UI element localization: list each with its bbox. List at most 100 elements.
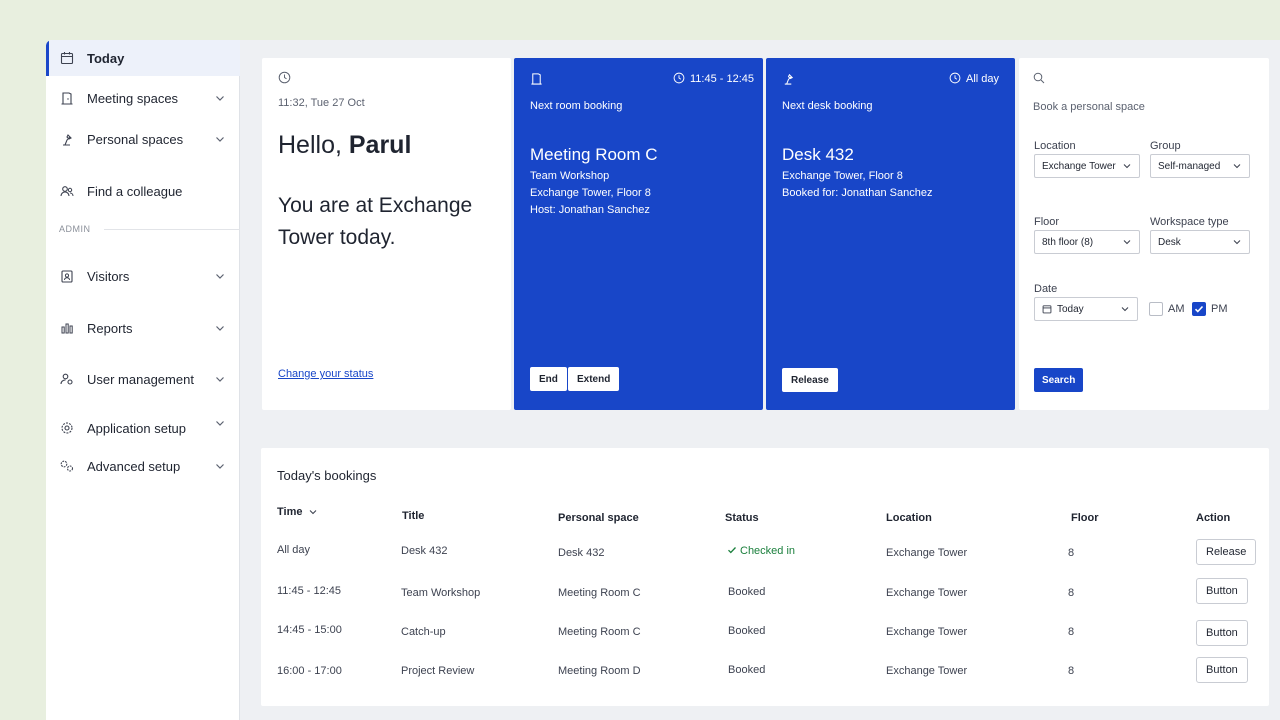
cell-personal-space: Meeting Room D — [558, 665, 641, 677]
chevron-down-icon — [1122, 161, 1132, 171]
cell-time: 11:45 - 12:45 — [277, 585, 342, 597]
search-icon — [1033, 72, 1045, 84]
group-select[interactable]: Self-managed — [1150, 154, 1250, 178]
chevron-down-icon — [1232, 237, 1242, 247]
workspace-type-select[interactable]: Desk — [1150, 230, 1250, 254]
column-header-status: Status — [725, 512, 759, 524]
status-text: Booked — [728, 586, 766, 598]
sidebar-item-label: Visitors — [87, 268, 130, 284]
location-label: Location — [1034, 140, 1076, 152]
cell-title: Desk 432 — [401, 545, 448, 557]
chevron-down-icon — [1120, 304, 1130, 314]
change-status-link[interactable]: Change your status — [278, 368, 373, 380]
column-header-personal-space: Personal space — [558, 512, 639, 524]
room-booking-time: 11:45 - 12:45 — [690, 73, 755, 85]
row-action-button[interactable]: Button — [1196, 578, 1248, 604]
todays-bookings-card: Today's bookings Time Title Personal spa… — [261, 448, 1269, 706]
user-name: Parul — [348, 131, 412, 159]
sidebar-item-meeting-spaces[interactable]: Meeting spaces — [46, 80, 240, 116]
status-badge: Checked in — [727, 545, 795, 557]
app-window: Today Meeting spaces Personal spaces Fin… — [46, 40, 1280, 720]
sidebar-item-label: Personal spaces — [87, 131, 184, 147]
cell-floor: 8 — [1068, 547, 1075, 559]
room-booking-host: Host: Jonathan Sanchez — [530, 204, 650, 216]
sidebar-item-find-colleague[interactable]: Find a colleague — [46, 173, 240, 209]
desk-booking-location: Exchange Tower, Floor 8 — [782, 170, 903, 182]
checkmark-icon — [1194, 305, 1204, 313]
column-header-floor: Floor — [1071, 512, 1099, 524]
desk-lamp-icon — [782, 72, 795, 85]
end-button[interactable]: End — [530, 367, 567, 391]
sidebar-item-reports[interactable]: Reports — [46, 310, 240, 346]
pm-checkbox[interactable] — [1192, 302, 1206, 316]
cell-title: Team Workshop — [401, 587, 481, 599]
chevron-down-icon — [214, 322, 226, 334]
section-divider — [104, 229, 240, 230]
status-text: Booked — [728, 625, 766, 637]
row-action-button[interactable]: Release — [1196, 539, 1257, 565]
sidebar-item-application-setup[interactable]: Application setup — [46, 410, 240, 446]
gear-icon — [59, 420, 75, 436]
cell-title: Catch-up — [401, 626, 446, 638]
floor-label: Floor — [1034, 216, 1060, 228]
row-action-button[interactable]: Button — [1196, 620, 1248, 646]
cell-time: All day — [277, 544, 311, 556]
clock-icon — [949, 72, 961, 84]
sidebar-item-label: Application setup — [87, 420, 187, 436]
column-header-location: Location — [886, 512, 932, 524]
search-card-heading: Book a personal space — [1033, 101, 1145, 113]
date-label: Date — [1034, 283, 1058, 295]
cell-floor: 8 — [1068, 626, 1075, 638]
search-button[interactable]: Search — [1034, 368, 1084, 392]
clock-icon — [278, 71, 291, 84]
bar-chart-icon — [59, 320, 75, 336]
book-personal-space-card: Book a personal space Location Exchange … — [1019, 58, 1269, 410]
workspace-type-label: Workspace type — [1150, 216, 1229, 228]
column-header-label: Time — [277, 506, 303, 518]
desk-booking-time: All day — [966, 73, 1000, 85]
calendar-icon — [59, 50, 75, 66]
desk-lamp-icon — [59, 131, 75, 147]
badge-icon — [59, 268, 75, 284]
location-select[interactable]: Exchange Tower — [1034, 154, 1140, 178]
sidebar-item-visitors[interactable]: Visitors — [46, 258, 240, 294]
checkmark-icon — [728, 547, 736, 554]
cell-location: Exchange Tower — [886, 626, 968, 638]
greeting-heading: Hello, Parul — [278, 131, 411, 160]
sidebar-item-user-management[interactable]: User management — [46, 361, 240, 397]
sidebar-item-today[interactable]: Today — [46, 40, 240, 76]
sidebar: Today Meeting spaces Personal spaces Fin… — [46, 40, 240, 720]
date-select[interactable]: Today — [1034, 297, 1138, 321]
cell-title: Project Review — [401, 665, 475, 677]
column-header-title: Title — [402, 510, 425, 522]
chevron-down-icon — [214, 133, 226, 145]
sidebar-item-advanced-setup[interactable]: Advanced setup — [46, 448, 240, 484]
location-select-value: Exchange Tower — [1042, 160, 1116, 172]
cell-personal-space: Desk 432 — [558, 547, 605, 559]
cell-time: 14:45 - 15:00 — [277, 624, 342, 636]
row-action-button[interactable]: Button — [1196, 657, 1248, 683]
column-header-time[interactable]: Time — [277, 506, 318, 518]
section-label-admin: ADMIN — [59, 224, 91, 234]
desk-name: Desk 432 — [782, 145, 854, 164]
room-name: Meeting Room C — [530, 145, 658, 164]
release-button[interactable]: Release — [782, 368, 838, 392]
cell-personal-space: Meeting Room C — [558, 587, 641, 599]
chevron-down-icon — [1122, 237, 1132, 247]
cell-location: Exchange Tower — [886, 587, 968, 599]
sidebar-item-personal-spaces[interactable]: Personal spaces — [46, 121, 240, 157]
clock-icon — [673, 72, 685, 84]
floor-select[interactable]: 8th floor (8) — [1034, 230, 1140, 254]
pm-label: PM — [1211, 303, 1228, 315]
room-booking-title: Team Workshop — [530, 170, 610, 182]
group-select-value: Self-managed — [1158, 160, 1221, 172]
current-datetime: 11:32, Tue 27 Oct — [278, 97, 365, 109]
cell-location: Exchange Tower — [886, 665, 968, 677]
chevron-down-icon — [214, 270, 226, 282]
extend-button[interactable]: Extend — [568, 367, 620, 391]
chevron-down-icon — [214, 92, 226, 104]
am-checkbox[interactable] — [1149, 302, 1163, 316]
desk-booked-for: Booked for: Jonathan Sanchez — [782, 187, 933, 199]
gears-icon — [59, 458, 75, 474]
workspace-type-select-value: Desk — [1158, 236, 1181, 248]
